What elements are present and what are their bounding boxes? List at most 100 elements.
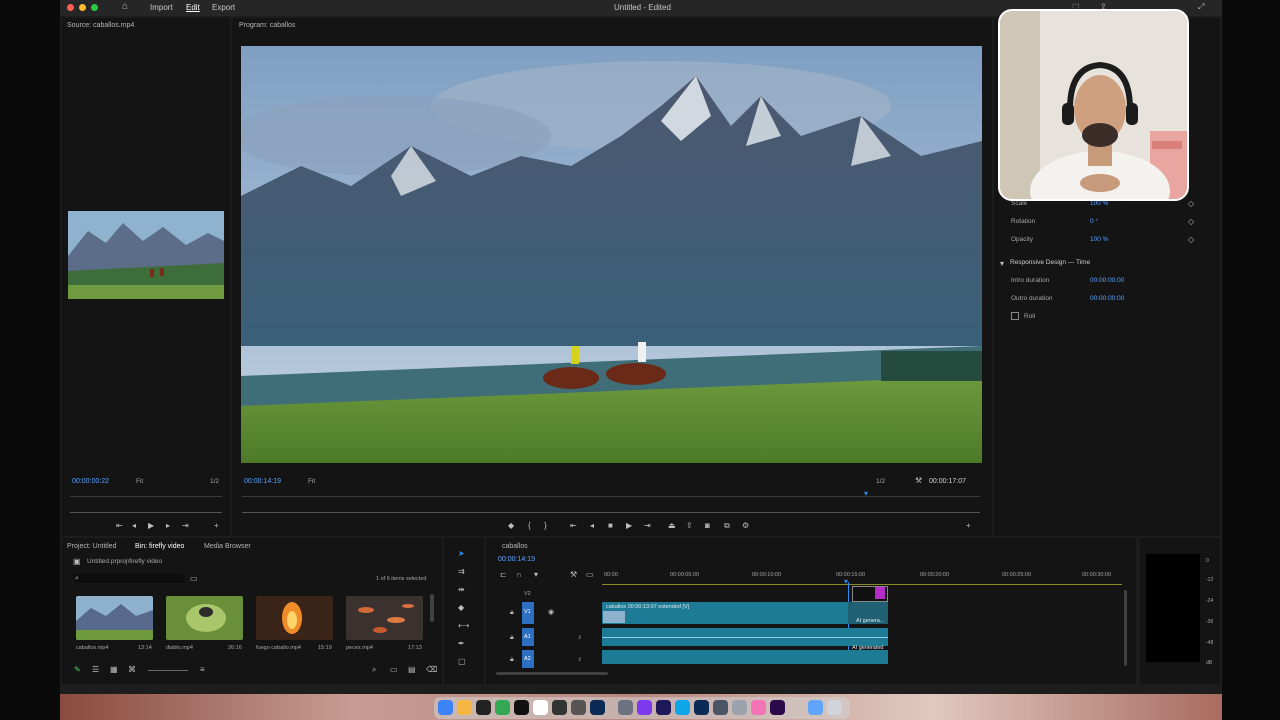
menu-export[interactable]: Export xyxy=(212,3,235,12)
app-icon[interactable] xyxy=(618,700,633,715)
zoom-window-button[interactable] xyxy=(91,4,98,11)
keyframe-icon[interactable]: ◇ xyxy=(1188,200,1194,208)
rotation-value[interactable]: 0 ° xyxy=(1090,218,1098,225)
program-panel-title[interactable]: Program: caballos xyxy=(239,22,295,29)
marker-icon[interactable]: ◆ xyxy=(508,522,514,530)
keyframe-icon[interactable]: ◇ xyxy=(1188,236,1194,244)
lock-icon[interactable]: 🔒︎ xyxy=(510,656,514,664)
timeline-wrench-icon[interactable]: ⚒ xyxy=(570,571,577,579)
expand-chevron-icon[interactable]: ▾ xyxy=(1000,260,1004,268)
terminal-icon[interactable] xyxy=(476,700,491,715)
chrome-icon[interactable] xyxy=(495,700,510,715)
rectangle-tool-icon[interactable]: ▢ xyxy=(458,658,466,666)
source-step-back-icon[interactable]: ⇤ xyxy=(116,522,123,530)
app-icon[interactable] xyxy=(552,700,567,715)
eye-icon[interactable]: ◉ xyxy=(548,609,554,617)
roll-checkbox[interactable] xyxy=(1011,312,1019,320)
menu-edit[interactable]: Edit xyxy=(186,3,200,12)
timeline-ruler[interactable] xyxy=(602,584,1122,585)
delete-icon[interactable]: ⌫ xyxy=(426,666,437,674)
fullscreen-icon[interactable]: ⤢ xyxy=(1198,3,1204,11)
launchpad-icon[interactable] xyxy=(457,700,472,715)
new-folder-icon[interactable]: ▭ xyxy=(390,666,398,674)
program-scrub-bar[interactable] xyxy=(242,512,980,513)
source-scrub-bar[interactable] xyxy=(70,512,222,513)
app-icon[interactable] xyxy=(732,700,747,715)
play-icon[interactable]: ▶ xyxy=(626,522,632,530)
app-icon[interactable] xyxy=(675,700,690,715)
go-to-in-icon[interactable]: ⇤ xyxy=(570,522,577,530)
source-play-icon[interactable]: ▶ xyxy=(148,522,154,530)
timeline-h-scrollbar[interactable] xyxy=(496,672,608,675)
new-bin-icon[interactable]: ▭ xyxy=(190,575,198,583)
source-timecode[interactable]: 00:00:00:22 xyxy=(72,478,109,485)
stop-icon[interactable]: ■ xyxy=(608,522,613,530)
app-icon[interactable] xyxy=(637,700,652,715)
program-timeline-ruler[interactable] xyxy=(242,496,980,497)
step-back-icon[interactable]: ◂ xyxy=(590,522,594,530)
close-window-button[interactable] xyxy=(67,4,74,11)
extract-icon[interactable]: ⇪ xyxy=(686,522,693,530)
bin-thumbnail[interactable] xyxy=(76,596,153,640)
icon-view-icon[interactable]: ▦ xyxy=(110,666,118,674)
linked-selection-icon[interactable]: ∩ xyxy=(516,571,522,579)
go-to-out-icon[interactable]: ⇥ xyxy=(644,522,651,530)
outro-duration-value[interactable]: 00:00:00:00 xyxy=(1090,295,1124,302)
home-icon[interactable]: ⌂ xyxy=(122,2,128,12)
photoshop-icon[interactable] xyxy=(694,700,709,715)
notion-icon[interactable] xyxy=(533,700,548,715)
source-fit-select[interactable]: Fit xyxy=(136,478,143,485)
tab-project[interactable]: Project: Untitled xyxy=(67,543,116,550)
captions-icon[interactable]: ▭ xyxy=(586,571,594,579)
after-effects-icon[interactable] xyxy=(656,700,671,715)
lift-icon[interactable]: ⏏ xyxy=(668,522,676,530)
lock-icon[interactable]: 🔒︎ xyxy=(510,634,514,642)
razor-icon[interactable]: ◆ xyxy=(458,604,464,612)
scale-value[interactable]: 100 % xyxy=(1090,200,1108,207)
sequence-tab[interactable]: caballos xyxy=(502,543,528,550)
photoshop-icon[interactable] xyxy=(590,700,605,715)
list-view-icon[interactable]: ☰ xyxy=(92,666,99,674)
keyframe-icon[interactable]: ◇ xyxy=(1188,218,1194,226)
chatgpt-icon[interactable] xyxy=(514,700,529,715)
sort-icon[interactable]: ≡ xyxy=(200,666,205,674)
finder-icon[interactable] xyxy=(438,700,453,715)
premiere-icon[interactable] xyxy=(770,700,785,715)
minimize-window-button[interactable] xyxy=(79,4,86,11)
microphone-icon[interactable]: ♪ xyxy=(578,656,582,664)
microphone-icon[interactable]: ♪ xyxy=(578,634,582,642)
new-item-icon[interactable]: ▤ xyxy=(408,666,416,674)
source-step-forward-icon[interactable]: ⇥ xyxy=(182,522,189,530)
program-playhead-icon[interactable]: ▾ xyxy=(864,490,868,498)
menu-import[interactable]: Import xyxy=(150,3,173,12)
program-timecode[interactable]: 00:00:14:19 xyxy=(244,478,281,485)
app-icon[interactable] xyxy=(808,700,823,715)
source-next-frame-icon[interactable]: ▸ xyxy=(166,522,170,530)
snap-icon[interactable]: ⊏ xyxy=(500,571,507,579)
wrench-icon[interactable]: ⚒ xyxy=(915,477,922,485)
bin-thumbnail[interactable] xyxy=(346,596,423,640)
add-marker-icon[interactable]: ▾ xyxy=(534,571,538,579)
source-panel-title[interactable]: Source: caballos.mp4 xyxy=(67,22,134,29)
pencil-icon[interactable]: ✎ xyxy=(74,666,81,674)
app-icon[interactable] xyxy=(827,700,842,715)
timeline-v-scrollbar[interactable] xyxy=(1124,590,1127,666)
bin-scrollbar[interactable] xyxy=(430,594,434,622)
project-search-input[interactable] xyxy=(74,574,184,583)
app-icon[interactable] xyxy=(571,700,586,715)
source-add-icon[interactable]: + xyxy=(214,522,219,530)
ripple-edit-icon[interactable]: ⇹ xyxy=(458,586,465,594)
track-select-icon[interactable]: ⇉ xyxy=(458,568,465,576)
source-ratio-select[interactable]: 1/2 xyxy=(210,478,219,485)
track-label-v2[interactable]: V2 xyxy=(524,591,531,597)
in-point-icon[interactable]: { xyxy=(528,522,531,530)
program-fit-select[interactable]: Fit xyxy=(308,478,315,485)
compare-icon[interactable]: ⧉ xyxy=(724,522,730,530)
playhead-handle-icon[interactable]: ▾ xyxy=(844,578,848,586)
settings-icon[interactable]: ⚙ xyxy=(742,522,749,530)
bin-thumbnail[interactable] xyxy=(256,596,333,640)
pen-tool-icon[interactable]: ✒ xyxy=(458,640,465,648)
selection-tool-icon[interactable]: ➤ xyxy=(458,550,465,558)
out-point-icon[interactable]: } xyxy=(544,522,547,530)
audio-clip-a2[interactable] xyxy=(602,650,888,664)
